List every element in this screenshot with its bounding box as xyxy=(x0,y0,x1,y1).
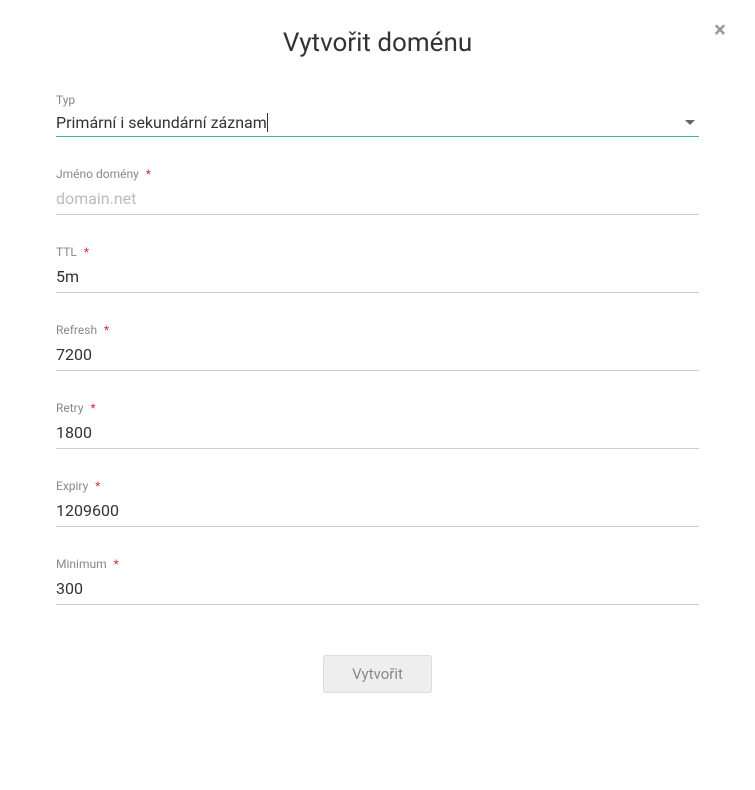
domain-name-input[interactable] xyxy=(56,187,699,210)
required-mark: * xyxy=(114,557,119,571)
retry-field: Retry * xyxy=(56,401,699,449)
close-button[interactable]: × xyxy=(710,20,730,40)
ttl-field: TTL * xyxy=(56,245,699,293)
ttl-input-wrap xyxy=(56,265,699,293)
required-mark: * xyxy=(146,167,151,181)
minimum-label-text: Minimum xyxy=(56,557,107,571)
expiry-label: Expiry * xyxy=(56,479,699,493)
minimum-field: Minimum * xyxy=(56,557,699,605)
retry-label-text: Retry xyxy=(56,401,84,415)
create-button[interactable]: Vytvořit xyxy=(323,655,432,693)
domain-input-wrap xyxy=(56,187,699,215)
required-mark: * xyxy=(104,323,109,337)
retry-label: Retry * xyxy=(56,401,699,415)
submit-container: Vytvořit xyxy=(56,635,699,723)
chevron-down-icon xyxy=(685,120,695,125)
refresh-label-text: Refresh xyxy=(56,323,97,337)
modal-title: Vytvořit doménu xyxy=(0,0,755,93)
refresh-label: Refresh * xyxy=(56,323,699,337)
type-select[interactable]: Primární i sekundární záznam xyxy=(56,113,699,137)
required-mark: * xyxy=(91,401,96,415)
type-select-value: Primární i sekundární záznam xyxy=(56,113,685,132)
retry-input[interactable] xyxy=(56,421,699,444)
domain-name-field: Jméno domény * xyxy=(56,167,699,215)
ttl-label-text: TTL xyxy=(56,245,77,259)
expiry-input-wrap xyxy=(56,499,699,527)
type-field: Typ Primární i sekundární záznam xyxy=(56,93,699,137)
ttl-input[interactable] xyxy=(56,265,699,288)
required-mark: * xyxy=(95,479,100,493)
retry-input-wrap xyxy=(56,421,699,449)
domain-name-label: Jméno domény * xyxy=(56,167,699,181)
refresh-input[interactable] xyxy=(56,343,699,366)
expiry-label-text: Expiry xyxy=(56,479,88,493)
ttl-label: TTL * xyxy=(56,245,699,259)
required-mark: * xyxy=(84,245,89,259)
domain-label-text: Jméno domény xyxy=(56,167,139,181)
close-icon: × xyxy=(714,18,726,43)
expiry-input[interactable] xyxy=(56,499,699,522)
type-value-text: Primární i sekundární záznam xyxy=(56,113,268,132)
domain-form: Typ Primární i sekundární záznam Jméno d… xyxy=(0,93,755,723)
type-label-text: Typ xyxy=(56,93,75,107)
refresh-input-wrap xyxy=(56,343,699,371)
minimum-input-wrap xyxy=(56,577,699,605)
minimum-label: Minimum * xyxy=(56,557,699,571)
type-label: Typ xyxy=(56,93,699,107)
expiry-field: Expiry * xyxy=(56,479,699,527)
refresh-field: Refresh * xyxy=(56,323,699,371)
create-domain-modal: × Vytvořit doménu Typ Primární i sekundá… xyxy=(0,0,755,790)
minimum-input[interactable] xyxy=(56,577,699,600)
